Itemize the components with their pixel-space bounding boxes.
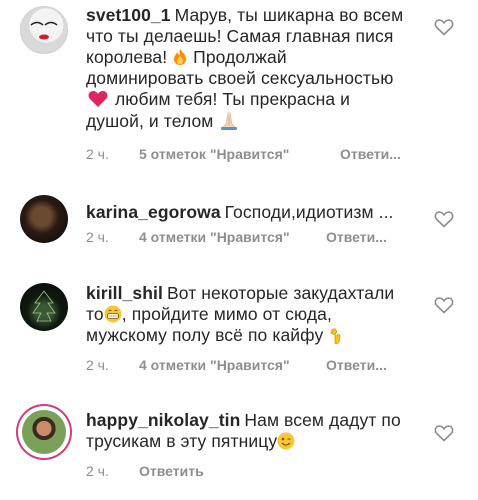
comment-meta: 2 ч. 5 отметок "Нравится" Ответи...: [86, 146, 426, 164]
like-heart-icon[interactable]: [434, 18, 454, 36]
comment-text: happy_nikolay_tin Нам всем дадут по труси…: [86, 410, 408, 452]
comment-username[interactable]: happy_nikolay_tin: [86, 410, 240, 430]
comment-body: Господи,идиотизм ...: [224, 202, 394, 222]
comment-meta: 2 ч. 4 отметки "Нравится" Ответи...: [86, 357, 426, 375]
comment-username[interactable]: svet100_1: [86, 5, 171, 25]
avatar[interactable]: [20, 283, 68, 331]
like-heart-icon[interactable]: [434, 424, 454, 442]
comment-text: kirill_shil Вот некоторые закудахтали то …: [86, 283, 408, 346]
folded-hands-emoji-icon: [221, 111, 238, 130]
reply-button[interactable]: Ответи...: [326, 229, 387, 245]
comment-meta: 2 ч. Ответить: [86, 463, 426, 481]
grinning-face-emoji-icon: [104, 305, 122, 323]
comment-username[interactable]: kirill_shil: [86, 283, 163, 303]
comment-meta: 2 ч. 4 отметки "Нравится" Ответи...: [86, 229, 426, 247]
reply-button[interactable]: Ответить: [139, 463, 204, 479]
reply-button[interactable]: Ответи...: [326, 357, 387, 373]
avatar-photo: [22, 410, 66, 454]
ok-hand-emoji-icon: [330, 328, 341, 345]
avatar[interactable]: [20, 6, 68, 54]
fire-emoji-icon: [174, 49, 187, 65]
comment-text: karina_egorowa Господи,идиотизм ...: [86, 202, 408, 223]
like-heart-icon[interactable]: [434, 210, 454, 228]
comment-body: , пройдите мимо от сюда, мужскому полу в…: [86, 304, 332, 345]
comment-time: 2 ч.: [86, 357, 109, 373]
avatar[interactable]: [20, 408, 68, 456]
likes-count[interactable]: 5 отметок "Нравится": [139, 146, 289, 162]
like-heart-icon[interactable]: [434, 296, 454, 314]
face-art-icon: [30, 21, 58, 40]
comment-username[interactable]: karina_egorowa: [86, 202, 221, 222]
red-heart-emoji-icon: [88, 91, 108, 107]
reply-button[interactable]: Ответи...: [340, 146, 401, 162]
tree-art-icon: [32, 290, 56, 322]
likes-count[interactable]: 4 отметки "Нравится": [139, 229, 290, 245]
avatar[interactable]: [20, 195, 68, 243]
likes-count[interactable]: 4 отметки "Нравится": [139, 357, 290, 373]
winking-face-emoji-icon: [277, 432, 295, 450]
comment-time: 2 ч.: [86, 229, 109, 245]
comment-time: 2 ч.: [86, 146, 109, 162]
comment-time: 2 ч.: [86, 463, 109, 479]
comment-text: svet100_1 Марув, ты шикарна во всем что т…: [86, 5, 408, 132]
